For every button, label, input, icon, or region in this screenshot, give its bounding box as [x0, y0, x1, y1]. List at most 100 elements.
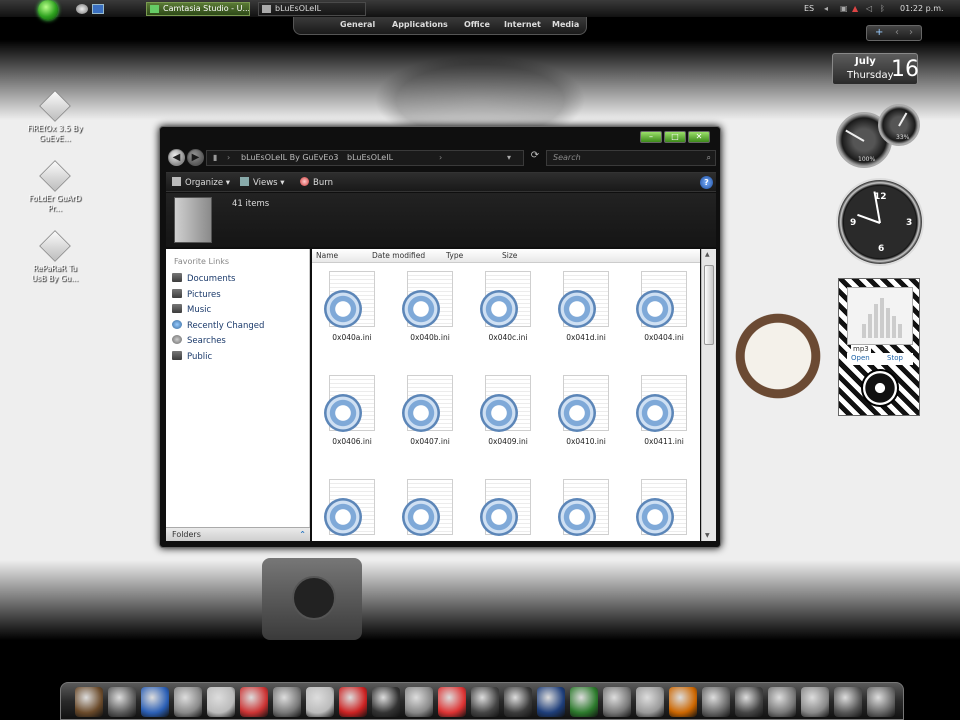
photoshop-icon[interactable]	[537, 687, 565, 717]
address-bar[interactable]: ▮ › bLuEsOLeIL By GuEvEo3 › bLuEsOLeIL ›…	[206, 150, 524, 166]
desktop-icon-firefox[interactable]: FiREfOx 3.5 By GuEvE...	[26, 90, 84, 144]
nav-item-public[interactable]: Public	[172, 351, 212, 362]
nav-item-recently-changed[interactable]: Recently Changed	[172, 320, 264, 331]
menu-media[interactable]: Media	[552, 20, 579, 29]
gears-icon[interactable]	[603, 687, 631, 717]
desktop-icon-folder-guard[interactable]: FoLdEr GuArD Pr...	[26, 160, 84, 214]
search-icon[interactable]: ⌕	[707, 151, 711, 165]
media-stop-button[interactable]: Stop	[887, 354, 903, 362]
desktop-icon-reparar-usb[interactable]: RePaRaR Tu UsB By Gu...	[26, 230, 84, 284]
file-item[interactable]	[628, 479, 700, 541]
refresh-icon[interactable]: ⟳	[528, 150, 542, 164]
file-item[interactable]: 0x041d.ini	[550, 271, 622, 342]
itunes-icon[interactable]	[306, 687, 334, 717]
language-indicator[interactable]: ES	[804, 2, 814, 16]
scroll-up-icon[interactable]: ▲	[705, 251, 710, 258]
back-button[interactable]: ◀	[168, 149, 185, 166]
close-button[interactable]: ✕	[688, 131, 710, 143]
menu-general[interactable]: General	[340, 20, 375, 29]
clapper-icon[interactable]	[471, 687, 499, 717]
file-item[interactable]: 0x040c.ini	[472, 271, 544, 342]
file-item[interactable]: 0x0404.ini	[628, 271, 700, 342]
column-size[interactable]: Size	[502, 251, 517, 260]
monitor-icon[interactable]	[75, 687, 103, 717]
file-item[interactable]: 0x040a.ini	[316, 271, 388, 342]
link-icon[interactable]	[801, 687, 829, 717]
column-name[interactable]: Name	[316, 251, 338, 260]
file-item[interactable]	[550, 479, 622, 541]
photo-icon[interactable]	[702, 687, 730, 717]
file-item[interactable]	[472, 479, 544, 541]
terminal-icon[interactable]	[735, 687, 763, 717]
address-dropdown-icon[interactable]: ▾	[507, 151, 511, 165]
media-player-icon[interactable]	[339, 687, 367, 717]
nav-item-searches[interactable]: Searches	[172, 335, 226, 346]
file-item[interactable]: 0x0410.ini	[550, 375, 622, 446]
sidebar-add-button[interactable]: +	[875, 27, 883, 38]
word-icon[interactable]	[141, 687, 169, 717]
file-item[interactable]	[316, 479, 388, 541]
views-button[interactable]: Views ▾	[240, 177, 285, 188]
media-volume-knob[interactable]	[861, 369, 899, 407]
razer-icon[interactable]	[570, 687, 598, 717]
minimize-button[interactable]: –	[640, 131, 662, 143]
memory-gauge[interactable]: 33%	[878, 104, 920, 146]
search-input[interactable]: Search ⌕	[546, 150, 716, 166]
task-camtasia[interactable]: Camtasia Studio - U...	[146, 2, 250, 16]
file-item[interactable]: 0x0409.ini	[472, 375, 544, 446]
breadcrumb-parent[interactable]: bLuEsOLeIL By GuEvEo3	[241, 151, 338, 165]
sphere-icon[interactable]	[273, 687, 301, 717]
clock-gadget[interactable]: 12 3 6 9	[836, 178, 924, 266]
vertical-scrollbar[interactable]: ▲ ▼	[701, 249, 716, 541]
warning-icon[interactable]: ▲	[852, 2, 858, 16]
trash-icon[interactable]	[867, 687, 895, 717]
file-item[interactable]	[394, 479, 466, 541]
nav-item-music[interactable]: Music	[172, 304, 211, 315]
nav-item-documents[interactable]: Documents	[172, 273, 235, 284]
network-icon[interactable]: ▣	[840, 2, 848, 16]
reel-icon[interactable]	[405, 687, 433, 717]
file-item[interactable]: 0x040b.ini	[394, 271, 466, 342]
burn-button[interactable]: Burn	[300, 177, 333, 188]
clock-time[interactable]: 01:22 p.m.	[900, 2, 944, 16]
date-gadget[interactable]: July Thursday 16	[832, 53, 919, 85]
maximize-button[interactable]: □	[664, 131, 686, 143]
file-item[interactable]: 0x0407.ini	[394, 375, 466, 446]
gear-icon[interactable]	[636, 687, 664, 717]
bluetooth-icon[interactable]: ᛒ	[880, 2, 885, 16]
paint-icon[interactable]	[669, 687, 697, 717]
start-orb-icon[interactable]	[38, 0, 58, 20]
quicklaunch-desktop-icon[interactable]	[92, 4, 104, 14]
file-item[interactable]: 0x0406.ini	[316, 375, 388, 446]
media-open-button[interactable]: Open	[851, 354, 870, 362]
column-type[interactable]: Type	[446, 251, 463, 260]
help-icon[interactable]: ?	[700, 176, 713, 189]
web-icon[interactable]	[834, 687, 862, 717]
breadcrumb-current[interactable]: bLuEsOLeIL	[347, 151, 393, 165]
window-titlebar[interactable]: – □ ✕	[160, 127, 720, 145]
ipod-icon[interactable]	[504, 687, 532, 717]
menu-internet[interactable]: Internet	[504, 20, 541, 29]
sidebar-prev-button[interactable]: ‹	[895, 27, 899, 38]
firefox-icon[interactable]	[240, 687, 268, 717]
camera-icon[interactable]	[372, 687, 400, 717]
scrollbar-thumb[interactable]	[704, 265, 714, 345]
quicklaunch-eject-icon[interactable]	[76, 4, 88, 14]
folders-toggle[interactable]: Folders ⌃	[166, 527, 310, 541]
menu-office[interactable]: Office	[464, 20, 490, 29]
notepad-icon[interactable]	[207, 687, 235, 717]
scroll-down-icon[interactable]: ▼	[705, 532, 710, 539]
file-item[interactable]: 0x0411.ini	[628, 375, 700, 446]
folder-icon[interactable]	[768, 687, 796, 717]
outlook-icon[interactable]	[174, 687, 202, 717]
tray-expand-icon[interactable]: ◂	[824, 2, 828, 16]
gimp-icon[interactable]	[108, 687, 136, 717]
dvd-icon[interactable]	[438, 687, 466, 717]
organize-button[interactable]: Organize ▾	[172, 177, 230, 188]
task-bluesoleil[interactable]: bLuEsOLeIL	[258, 2, 366, 16]
menu-applications[interactable]: Applications	[392, 20, 448, 29]
sidebar-next-button[interactable]: ›	[909, 27, 913, 38]
column-date-modified[interactable]: Date modified	[372, 251, 425, 260]
nav-item-pictures[interactable]: Pictures	[172, 289, 221, 300]
volume-icon[interactable]: ◁	[866, 2, 872, 16]
